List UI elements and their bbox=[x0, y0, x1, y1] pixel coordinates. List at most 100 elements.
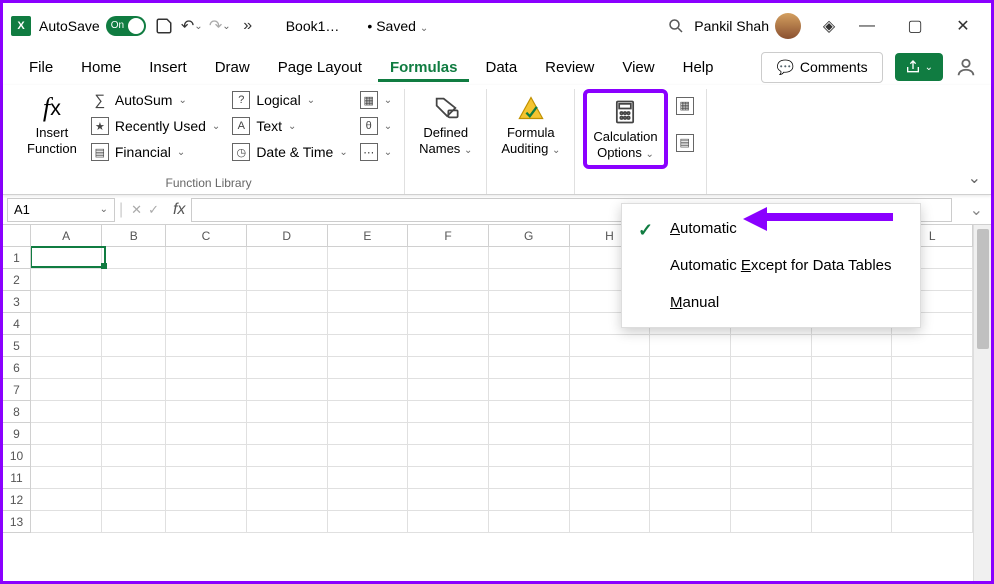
comments-button[interactable]: 💬Comments bbox=[761, 52, 882, 83]
cell[interactable] bbox=[166, 467, 247, 489]
cell[interactable] bbox=[166, 335, 247, 357]
cell[interactable] bbox=[570, 511, 651, 533]
cell[interactable] bbox=[166, 313, 247, 335]
cell[interactable] bbox=[247, 379, 328, 401]
cell[interactable] bbox=[731, 401, 812, 423]
cell[interactable] bbox=[812, 401, 893, 423]
scrollbar-thumb[interactable] bbox=[977, 229, 989, 349]
maximize-button[interactable]: ▢ bbox=[895, 6, 935, 46]
cell[interactable] bbox=[650, 379, 731, 401]
cell[interactable] bbox=[31, 357, 102, 379]
saved-status[interactable]: • Saved ⌄ bbox=[367, 18, 428, 34]
cell[interactable] bbox=[650, 467, 731, 489]
redo-icon[interactable]: ↷ ⌄ bbox=[210, 16, 230, 36]
row-header[interactable]: 10 bbox=[3, 445, 31, 467]
row-header[interactable]: 1 bbox=[3, 247, 31, 269]
cell[interactable] bbox=[247, 423, 328, 445]
tab-page-layout[interactable]: Page Layout bbox=[266, 53, 374, 82]
cell[interactable] bbox=[247, 511, 328, 533]
autosave-toggle[interactable]: On bbox=[106, 16, 146, 36]
cell[interactable] bbox=[731, 357, 812, 379]
menu-item-manual[interactable]: Manual bbox=[622, 284, 920, 321]
cell[interactable] bbox=[328, 467, 409, 489]
row-header[interactable]: 13 bbox=[3, 511, 31, 533]
col-header[interactable]: C bbox=[166, 225, 247, 247]
row-header[interactable]: 6 bbox=[3, 357, 31, 379]
cell[interactable] bbox=[247, 445, 328, 467]
cell[interactable] bbox=[489, 379, 570, 401]
cell[interactable] bbox=[166, 423, 247, 445]
cell[interactable] bbox=[650, 401, 731, 423]
cell[interactable] bbox=[328, 269, 409, 291]
cell[interactable] bbox=[731, 489, 812, 511]
cell[interactable] bbox=[489, 467, 570, 489]
cell[interactable] bbox=[102, 335, 166, 357]
cell[interactable] bbox=[408, 335, 489, 357]
recently-used-button[interactable]: ★Recently Used ⌄ bbox=[87, 115, 224, 137]
name-box[interactable]: A1⌄ bbox=[7, 198, 115, 222]
cancel-icon[interactable]: ✕ bbox=[131, 202, 142, 218]
cell[interactable] bbox=[892, 489, 973, 511]
cell[interactable] bbox=[892, 423, 973, 445]
cell[interactable] bbox=[247, 489, 328, 511]
fx-icon[interactable]: fx bbox=[167, 201, 191, 219]
overflow-icon[interactable]: » bbox=[238, 16, 258, 36]
cell[interactable] bbox=[102, 247, 166, 269]
cell[interactable] bbox=[102, 511, 166, 533]
cell[interactable] bbox=[408, 489, 489, 511]
cell[interactable] bbox=[812, 357, 893, 379]
cell[interactable] bbox=[489, 269, 570, 291]
cell[interactable] bbox=[166, 379, 247, 401]
cell[interactable] bbox=[408, 357, 489, 379]
row-header[interactable]: 7 bbox=[3, 379, 31, 401]
tab-insert[interactable]: Insert bbox=[137, 53, 199, 82]
cell[interactable] bbox=[102, 423, 166, 445]
cell[interactable] bbox=[489, 335, 570, 357]
cell[interactable] bbox=[166, 291, 247, 313]
cell[interactable] bbox=[812, 379, 893, 401]
row-header[interactable]: 3 bbox=[3, 291, 31, 313]
tab-view[interactable]: View bbox=[610, 53, 666, 82]
undo-icon[interactable]: ↶ ⌄ bbox=[182, 16, 202, 36]
tab-draw[interactable]: Draw bbox=[203, 53, 262, 82]
cell[interactable] bbox=[247, 467, 328, 489]
cell[interactable] bbox=[328, 401, 409, 423]
cell[interactable] bbox=[328, 379, 409, 401]
cell[interactable] bbox=[102, 467, 166, 489]
cell[interactable] bbox=[31, 445, 102, 467]
col-header[interactable]: G bbox=[489, 225, 570, 247]
collapse-ribbon-icon[interactable]: ⌄ bbox=[968, 168, 981, 188]
cell[interactable] bbox=[489, 291, 570, 313]
col-header[interactable]: B bbox=[102, 225, 166, 247]
cell[interactable] bbox=[166, 401, 247, 423]
cell[interactable] bbox=[247, 269, 328, 291]
cell[interactable] bbox=[489, 489, 570, 511]
cell[interactable] bbox=[489, 357, 570, 379]
cell[interactable] bbox=[328, 489, 409, 511]
enter-icon[interactable]: ✓ bbox=[148, 202, 159, 218]
cell[interactable] bbox=[247, 357, 328, 379]
cell[interactable] bbox=[328, 291, 409, 313]
cell[interactable] bbox=[812, 467, 893, 489]
cell[interactable] bbox=[731, 511, 812, 533]
cell[interactable] bbox=[31, 379, 102, 401]
cell[interactable] bbox=[166, 489, 247, 511]
row-header[interactable]: 2 bbox=[3, 269, 31, 291]
cell[interactable] bbox=[31, 423, 102, 445]
formula-auditing-button[interactable]: Formula Auditing ⌄ bbox=[495, 89, 566, 161]
cell[interactable] bbox=[408, 401, 489, 423]
profile-icon[interactable] bbox=[955, 56, 977, 78]
cell[interactable] bbox=[408, 291, 489, 313]
cell[interactable] bbox=[31, 467, 102, 489]
close-button[interactable]: ✕ bbox=[943, 6, 983, 46]
select-all-corner[interactable] bbox=[3, 225, 31, 247]
cell[interactable] bbox=[570, 445, 651, 467]
cell[interactable] bbox=[328, 313, 409, 335]
cell[interactable] bbox=[166, 511, 247, 533]
cell[interactable] bbox=[892, 335, 973, 357]
cell[interactable] bbox=[328, 247, 409, 269]
col-header[interactable]: D bbox=[247, 225, 328, 247]
cell[interactable] bbox=[892, 401, 973, 423]
cell[interactable] bbox=[731, 335, 812, 357]
account-button[interactable]: Pankil Shah bbox=[694, 13, 801, 39]
